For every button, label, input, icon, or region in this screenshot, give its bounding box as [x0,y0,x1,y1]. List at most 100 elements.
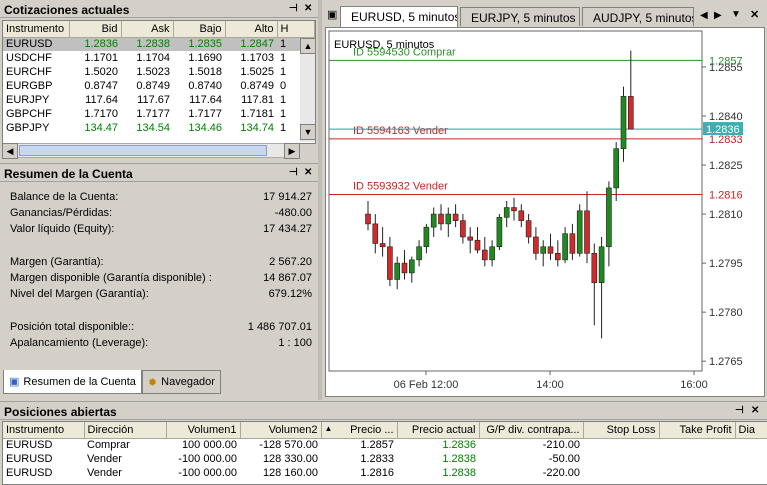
candle-body [511,207,517,212]
table-cell: -210.00 [542,439,580,452]
candle-body [387,246,393,280]
candle-body [416,246,422,261]
quotes-title-text: Cotizaciones actuales [4,3,130,17]
candle-body [547,246,554,254]
y-tick-label: 1.2840 [709,111,743,123]
tab-account-summary[interactable]: ▣ Resumen de la Cuenta [3,370,142,394]
close-icon[interactable]: ✕ [304,167,312,178]
col-low[interactable]: Bajo [173,21,226,38]
table-cell: 1.2836 [84,38,118,51]
scroll-left-icon[interactable]: ◀ [2,143,18,159]
account-value: 17 914.27 [263,191,312,203]
col-open-price[interactable]: ▲ Precio ... [321,422,398,439]
table-cell: 1.1701 [84,52,118,64]
table-cell [583,466,659,480]
current-price-label: 1.2836 [706,124,740,136]
table-cell [659,438,735,452]
pin-icon[interactable]: ⊣ [735,405,744,416]
candle-body [474,239,481,251]
candle-body [591,253,598,284]
table-row[interactable]: EURUSD 1.2836 1.2838 1.2835 1.2847 1 [3,37,315,51]
table-cell: 1.7177 [136,108,170,120]
col-current-price[interactable]: Precio actual [397,422,480,439]
col-ask[interactable]: Ask [121,21,174,38]
table-cell: 117.64 [189,94,222,106]
table-cell: 1.1703 [240,52,274,64]
table-cell: 1.7181 [240,108,274,120]
pin-icon[interactable]: ⊣ [289,167,298,178]
account-row: Valor líquido (Equity): 17 434.27 [10,223,312,239]
candle-body [372,223,379,244]
close-icon[interactable]: ✕ [751,405,759,416]
pin-icon[interactable]: ⊣ [289,3,298,14]
col-take-profit[interactable]: Take Profit [659,422,736,439]
col-volume2[interactable]: Volumen2 [240,422,322,439]
table-cell: USDCHF [6,52,52,64]
y-tick-label: 1.2765 [709,356,743,368]
table-row[interactable]: GBPJPY 134.47 134.54 134.46 134.74 1 [3,121,315,135]
table-cell: 134.46 [188,122,222,134]
table-cell: 0.8749 [240,80,274,92]
table-row[interactable]: EURUSD Comprar 100 000.00 -128 570.00 1.2857… [3,438,767,452]
table-cell: 0.8749 [136,80,170,92]
table-row[interactable]: USDCHF 1.1701 1.1704 1.1690 1.1703 1 [3,51,315,65]
account-value: 17 434.27 [263,223,312,235]
account-summary: Balance de la Cuenta: 17 914.27 Ganancias/… [0,183,318,367]
chart-tab[interactable]: AUDJPY, 5 minutos [582,7,694,26]
scroll-up-icon[interactable]: ▲ [300,38,316,54]
table-cell: 1.2857 [360,439,394,452]
table-row[interactable]: EURUSD Vender -100 000.00 128 330.00 1.2833 1… [3,452,767,466]
sort-asc-icon: ▲ [324,423,333,433]
scroll-right-icon[interactable]: ▶ [284,143,300,159]
candle-body [452,213,459,221]
col-instrument[interactable]: Instrumento [3,422,85,439]
col-pl[interactable]: G/P div. contrapa... [479,422,584,439]
price-chart[interactable]: EURUSD, 5 minutos ID 5594530 Comprar1.28… [326,28,764,396]
candle-body [496,217,503,248]
table-cell: 1.2847 [240,38,274,51]
chart-tab[interactable]: EURUSD, 5 minutos [340,6,458,27]
account-row: Margen (Garantía): 2 567.20 [10,256,312,272]
col-day[interactable]: Dia [735,422,767,439]
account-summary-icon: ▣ [9,376,20,388]
candle-body [445,213,452,225]
candle-body [606,187,612,248]
y-tick-label: 1.2825 [709,160,743,172]
table-cell: -128 570.00 [259,439,318,452]
col-h[interactable]: H [277,21,315,38]
table-row[interactable]: EURUSD Vender -100 000.00 128 160.00 1.2816 1… [3,466,767,480]
table-cell: Vender [87,467,122,479]
col-direction[interactable]: Dirección [84,422,167,439]
tab-scroll-left-icon[interactable]: ◀ [700,10,708,21]
table-cell: 0.8740 [188,80,222,92]
col-stop-loss[interactable]: Stop Loss [583,422,660,439]
col-instrument[interactable]: Instrumento [3,21,70,38]
account-title-text: Resumen de la Cuenta [4,167,133,181]
table-cell: EURCHF [6,66,52,78]
candle-body [365,213,371,225]
positions-title-text: Posiciones abiertas [4,405,117,419]
account-value: 2 567.20 [269,256,312,268]
y-tick-label: 1.2855 [709,62,743,74]
table-row[interactable]: EURJPY 117.64 117.67 117.64 117.81 1 [3,93,315,107]
quotes-grid: Instrumento Bid Ask Bajo Alto H EURUSD 1.… [2,20,316,144]
table-row[interactable]: GBPCHF 1.7170 1.7177 1.7177 1.7181 1 [3,107,315,121]
chart-tab[interactable]: EURJPY, 5 minutos [460,7,580,26]
account-label: Margen disponible (Garantía disponible) … [10,272,212,284]
table-row[interactable]: EURCHF 1.5020 1.5023 1.5018 1.5025 1 [3,65,315,79]
account-row: Balance de la Cuenta: 17 914.27 [10,191,312,207]
scroll-down-icon[interactable]: ▼ [300,124,316,140]
close-icon[interactable]: ✕ [304,3,312,14]
dropdown-arrow-icon[interactable]: ▼ [731,9,741,20]
chart-menu-icon[interactable]: ▣ [327,8,337,21]
col-volume1[interactable]: Volumen1 [166,422,241,439]
navigator-icon: ✹ [147,376,158,389]
quotes-hscrollbar[interactable] [2,143,300,158]
table-row[interactable]: EURGBP 0.8747 0.8749 0.8740 0.8749 0 [3,79,315,93]
tab-scroll-right-icon[interactable]: ▶ [714,10,722,21]
table-cell [735,466,767,480]
tab-navigator[interactable]: ✹ Navegador [141,370,221,394]
close-icon[interactable]: ✕ [750,8,759,21]
col-high[interactable]: Alto [225,21,278,38]
col-bid[interactable]: Bid [69,21,122,38]
